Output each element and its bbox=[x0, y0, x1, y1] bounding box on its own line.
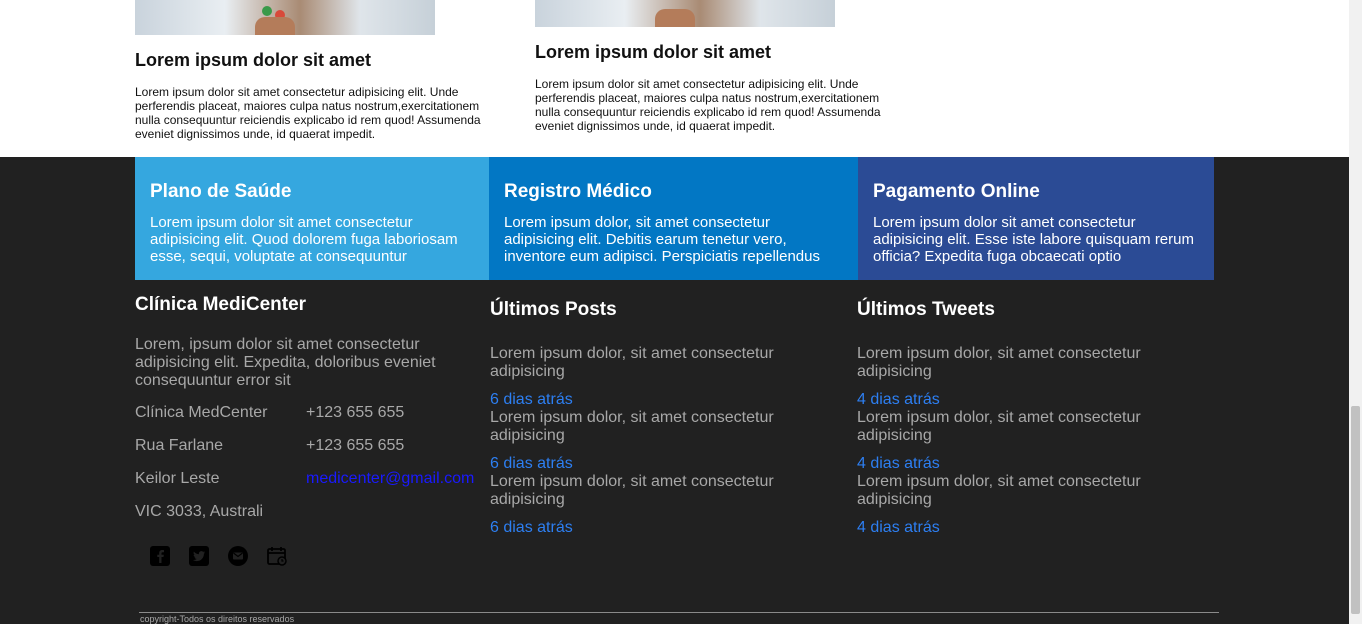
clinic-about: Lorem, ipsum dolor sit amet consectetur … bbox=[135, 336, 436, 389]
article-card[interactable]: Lorem ipsum dolor sit amet Lorem ipsum d… bbox=[535, 0, 885, 133]
feature-title: Plano de Saúde bbox=[150, 181, 292, 202]
feature-medical-record[interactable]: Registro Médico Lorem ipsum dolor, sit a… bbox=[489, 157, 858, 280]
article-title[interactable]: Lorem ipsum dolor sit amet bbox=[535, 41, 885, 63]
feature-title: Pagamento Online bbox=[873, 181, 1040, 202]
article-card[interactable]: Lorem ipsum dolor sit amet Lorem ipsum d… bbox=[135, 0, 485, 141]
post-text[interactable]: Lorem ipsum dolor, sit amet consectetur … bbox=[490, 409, 810, 445]
feature-health-plan[interactable]: Plano de Saúde Lorem ipsum dolor sit ame… bbox=[135, 157, 489, 280]
list-item[interactable]: Lorem ipsum dolor, sit amet consectetur … bbox=[490, 473, 820, 537]
copyright: copyright-Todos os direitos reservados bbox=[139, 612, 1219, 624]
contact-block: Clínica MedCenter +123 655 655 Rua Farla… bbox=[135, 404, 480, 536]
facebook-icon[interactable] bbox=[149, 545, 171, 567]
latest-posts-title: Últimos Posts bbox=[490, 299, 617, 320]
article-body: Lorem ipsum dolor sit amet consectetur a… bbox=[135, 85, 481, 141]
scrollbar-thumb[interactable] bbox=[1351, 406, 1360, 614]
list-item[interactable]: Lorem ipsum dolor, sit amet consectetur … bbox=[857, 473, 1187, 537]
feature-body: Lorem ipsum dolor sit amet consectetur a… bbox=[150, 214, 458, 265]
email-link[interactable]: medicenter@gmail.com bbox=[306, 470, 474, 503]
post-text[interactable]: Lorem ipsum dolor, sit amet consectetur … bbox=[490, 345, 810, 381]
post-list: Lorem ipsum dolor, sit amet consectetur … bbox=[490, 345, 820, 537]
feature-body: Lorem ipsum dolor, sit amet consectetur … bbox=[504, 214, 820, 265]
page: Lorem ipsum dolor sit amet Lorem ipsum d… bbox=[0, 0, 1362, 624]
list-item[interactable]: Lorem ipsum dolor, sit amet consectetur … bbox=[490, 345, 820, 409]
latest-tweets: Últimos Tweets Lorem ipsum dolor, sit am… bbox=[857, 299, 1187, 537]
address-line: Clínica MedCenter bbox=[135, 404, 268, 421]
clinic-title: Clínica MediCenter bbox=[135, 294, 307, 315]
articles-section: Lorem ipsum dolor sit amet Lorem ipsum d… bbox=[0, 0, 1349, 157]
address-line: VIC 3033, Australi bbox=[135, 503, 264, 520]
post-time[interactable]: 6 dias atrás bbox=[490, 391, 820, 409]
address-line: Rua Farlane bbox=[135, 437, 224, 454]
latest-tweets-title: Últimos Tweets bbox=[857, 299, 995, 320]
list-item[interactable]: Lorem ipsum dolor, sit amet consectetur … bbox=[857, 345, 1187, 409]
article-image[interactable] bbox=[535, 0, 835, 27]
tweet-time[interactable]: 4 dias atrás bbox=[857, 519, 1187, 537]
footer: Plano de Saúde Lorem ipsum dolor sit ame… bbox=[0, 157, 1349, 624]
article-image[interactable] bbox=[135, 0, 435, 35]
calendar-icon[interactable] bbox=[266, 545, 288, 567]
tweet-list: Lorem ipsum dolor, sit amet consectetur … bbox=[857, 345, 1187, 537]
article-body: Lorem ipsum dolor sit amet consectetur a… bbox=[535, 77, 881, 133]
list-item[interactable]: Lorem ipsum dolor, sit amet consectetur … bbox=[857, 409, 1187, 473]
tweet-text[interactable]: Lorem ipsum dolor, sit amet consectetur … bbox=[857, 409, 1177, 445]
tweet-text[interactable]: Lorem ipsum dolor, sit amet consectetur … bbox=[857, 345, 1177, 381]
social-links bbox=[135, 545, 480, 567]
address-line: Keilor Leste bbox=[135, 470, 220, 487]
post-time[interactable]: 6 dias atrás bbox=[490, 519, 820, 537]
feature-title: Registro Médico bbox=[504, 181, 652, 202]
phone-number: +123 655 655 bbox=[306, 404, 405, 421]
article-title[interactable]: Lorem ipsum dolor sit amet bbox=[135, 49, 485, 71]
feature-body: Lorem ipsum dolor sit amet consectetur a… bbox=[873, 214, 1194, 265]
twitter-icon[interactable] bbox=[188, 545, 210, 567]
tweet-time[interactable]: 4 dias atrás bbox=[857, 455, 1187, 473]
phone-number: +123 655 655 bbox=[306, 437, 405, 454]
tweet-text[interactable]: Lorem ipsum dolor, sit amet consectetur … bbox=[857, 473, 1177, 509]
post-text[interactable]: Lorem ipsum dolor, sit amet consectetur … bbox=[490, 473, 810, 509]
feature-boxes: Plano de Saúde Lorem ipsum dolor sit ame… bbox=[135, 157, 1214, 280]
clinic-info: Clínica MediCenter Lorem, ipsum dolor si… bbox=[135, 294, 480, 567]
email-icon[interactable] bbox=[227, 545, 249, 567]
tweet-time[interactable]: 4 dias atrás bbox=[857, 391, 1187, 409]
latest-posts: Últimos Posts Lorem ipsum dolor, sit ame… bbox=[490, 299, 820, 537]
scrollbar[interactable] bbox=[1349, 0, 1362, 624]
feature-online-payment[interactable]: Pagamento Online Lorem ipsum dolor sit a… bbox=[858, 157, 1214, 280]
post-time[interactable]: 6 dias atrás bbox=[490, 455, 820, 473]
list-item[interactable]: Lorem ipsum dolor, sit amet consectetur … bbox=[490, 409, 820, 473]
